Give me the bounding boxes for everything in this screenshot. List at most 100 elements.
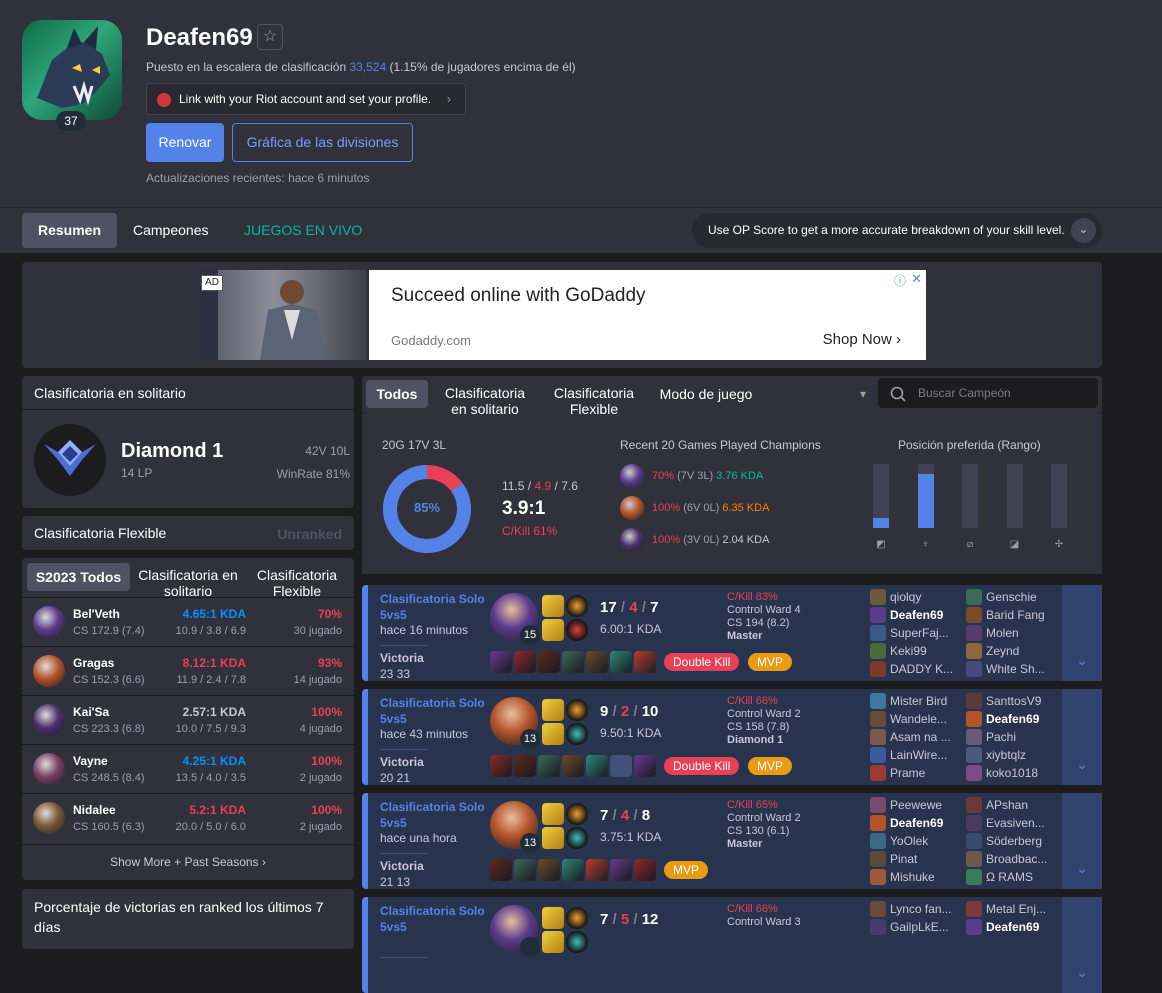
team-player[interactable]: Barid Fang: [966, 607, 1045, 625]
opscore-banner[interactable]: Use OP Score to get a more accurate brea…: [692, 213, 1102, 248]
team-player[interactable]: Peewewe: [870, 797, 942, 815]
champion-row[interactable]: Vayne CS 248.5 (8.4) 4.25:1 KDA 13.5 / 4.0 …: [22, 744, 354, 793]
team-player[interactable]: Ω RAMS: [966, 869, 1033, 887]
riot-link-button[interactable]: Link with your Riot account and set your…: [146, 83, 466, 115]
champion-name[interactable]: Kai'Sa: [73, 705, 109, 719]
player-name[interactable]: Mishuke: [890, 870, 935, 884]
player-name[interactable]: Molen: [986, 626, 1019, 640]
ad-title[interactable]: Succeed online with GoDaddy: [391, 285, 646, 307]
player-name[interactable]: Keki99: [890, 644, 927, 658]
team-player[interactable]: Molen: [966, 625, 1019, 643]
team-player[interactable]: qiolqy: [870, 589, 921, 607]
tab-season-flex[interactable]: Clasificatoria Flexible: [250, 567, 344, 599]
champion-search[interactable]: Buscar Campeón: [878, 378, 1098, 408]
player-name[interactable]: Asam na ...: [890, 730, 951, 744]
team-player[interactable]: Deafen69: [966, 919, 1039, 937]
player-name[interactable]: White Sh...: [986, 662, 1045, 676]
player-name[interactable]: Wandele...: [890, 712, 947, 726]
team-player[interactable]: Asam na ...: [870, 729, 951, 747]
team-player[interactable]: Pachi: [966, 729, 1016, 747]
tab-season-solo[interactable]: Clasificatoria en solitario: [134, 567, 242, 599]
player-name[interactable]: Prame: [890, 766, 925, 780]
filter-game-mode[interactable]: Modo de juego: [656, 386, 756, 402]
team-player[interactable]: Deafen69: [870, 607, 943, 625]
champion-row[interactable]: Nidalee CS 160.5 (6.3) 5.2:1 KDA 20.0 / 5.0…: [22, 793, 354, 842]
player-name[interactable]: Mister Bird: [890, 694, 947, 708]
team-player[interactable]: YoOlek: [870, 833, 928, 851]
ladder-rank-link[interactable]: 33,524: [349, 60, 386, 74]
player-name[interactable]: Metal Enj...: [986, 902, 1046, 916]
team-player[interactable]: GailpLkE...: [870, 919, 949, 937]
expand-match-button[interactable]: ⌄: [1062, 897, 1102, 993]
champion-name[interactable]: Bel'Veth: [73, 607, 120, 621]
team-player[interactable]: Zeynd: [966, 643, 1019, 661]
support-icon[interactable]: ✢: [1053, 539, 1065, 551]
top-icon[interactable]: ◩: [875, 539, 887, 551]
filter-solo[interactable]: Clasificatoria en solitario: [436, 385, 534, 417]
team-player[interactable]: Evasiven...: [966, 815, 1045, 833]
champion-row[interactable]: Kai'Sa CS 223.3 (6.8) 2.57:1 KDA 10.0 / 7.5…: [22, 695, 354, 744]
team-player[interactable]: Pinat: [870, 851, 917, 869]
adc-icon[interactable]: ◪: [1009, 539, 1021, 551]
chevron-down-icon[interactable]: ⌄: [1071, 218, 1096, 243]
tab-live-game[interactable]: JUEGOS EN VIVO: [228, 213, 378, 248]
expand-match-button[interactable]: ⌄: [1062, 585, 1102, 681]
ad-content[interactable]: Succeed online with GoDaddy Godaddy.com …: [369, 270, 926, 360]
player-name[interactable]: xiybtqlz: [986, 748, 1026, 762]
team-player[interactable]: LainWire...: [870, 747, 947, 765]
tab-season-all[interactable]: S2023 Todos: [27, 563, 130, 591]
expand-match-button[interactable]: ⌄: [1062, 793, 1102, 889]
player-name[interactable]: APshan: [986, 798, 1028, 812]
player-name[interactable]: Pinat: [890, 852, 917, 866]
jungle-icon[interactable]: ♆: [920, 539, 932, 551]
expand-match-button[interactable]: ⌄: [1062, 689, 1102, 785]
player-name[interactable]: SuperFaj...: [890, 626, 949, 640]
team-player[interactable]: Prame: [870, 765, 925, 783]
team-player[interactable]: Mishuke: [870, 869, 935, 887]
team-player[interactable]: Söderberg: [966, 833, 1042, 851]
caret-down-icon[interactable]: ▾: [860, 387, 866, 401]
favorite-star-icon[interactable]: ☆: [257, 24, 283, 50]
player-name[interactable]: DADDY K...: [890, 662, 953, 676]
player-name[interactable]: koko1018: [986, 766, 1038, 780]
player-name[interactable]: qiolqy: [890, 590, 921, 604]
ad-shop-button[interactable]: Shop Now ›: [823, 331, 901, 348]
player-name[interactable]: Söderberg: [986, 834, 1042, 848]
player-name[interactable]: LainWire...: [890, 748, 947, 762]
team-player[interactable]: Lynco fan...: [870, 901, 952, 919]
filter-all[interactable]: Todos: [366, 380, 428, 408]
player-name[interactable]: SanttosV9: [986, 694, 1041, 708]
show-more-button[interactable]: Show More + Past Seasons ›: [22, 844, 354, 878]
champion-name[interactable]: Vayne: [73, 754, 108, 768]
player-name[interactable]: Broadbac...: [986, 852, 1047, 866]
player-name[interactable]: Evasiven...: [986, 816, 1045, 830]
team-player[interactable]: Deafen69: [870, 815, 943, 833]
player-name[interactable]: Lynco fan...: [890, 902, 952, 916]
team-player[interactable]: Deafen69: [966, 711, 1039, 729]
player-name[interactable]: Deafen69: [986, 712, 1039, 726]
ad-image[interactable]: [198, 270, 366, 360]
tier-graph-button[interactable]: Gráfica de las divisiones: [232, 123, 413, 162]
tab-summary[interactable]: Resumen: [22, 213, 118, 248]
player-name[interactable]: Deafen69: [986, 920, 1039, 934]
team-player[interactable]: koko1018: [966, 765, 1038, 783]
team-player[interactable]: Metal Enj...: [966, 901, 1046, 919]
filter-flex[interactable]: Clasificatoria Flexible: [548, 385, 640, 417]
player-name[interactable]: Peewewe: [890, 798, 942, 812]
player-name[interactable]: Pachi: [986, 730, 1016, 744]
player-name[interactable]: Ω RAMS: [986, 870, 1033, 884]
champion-row[interactable]: Bel'Veth CS 172.9 (7.4) 4.65:1 KDA 10.9 / 3…: [22, 597, 354, 646]
champion-name[interactable]: Nidalee: [73, 803, 116, 817]
close-icon[interactable]: ✕: [911, 271, 922, 287]
team-player[interactable]: White Sh...: [966, 661, 1045, 679]
team-player[interactable]: Mister Bird: [870, 693, 947, 711]
match-card[interactable]: Clasificatoria Solo 5vs5 hace 43 minutos V…: [362, 689, 1102, 785]
match-card[interactable]: Clasificatoria Solo 5vs5 hace una hora Vic…: [362, 793, 1102, 889]
team-player[interactable]: Wandele...: [870, 711, 947, 729]
tab-champions[interactable]: Campeones: [117, 213, 225, 248]
player-name[interactable]: Barid Fang: [986, 608, 1045, 622]
player-name[interactable]: Deafen69: [890, 608, 943, 622]
match-card[interactable]: Clasificatoria Solo 5vs5 hace 16 minutos V…: [362, 585, 1102, 681]
team-player[interactable]: Broadbac...: [966, 851, 1047, 869]
champion-row[interactable]: Gragas CS 152.3 (6.6) 8.12:1 KDA 11.9 / 2.4…: [22, 646, 354, 695]
